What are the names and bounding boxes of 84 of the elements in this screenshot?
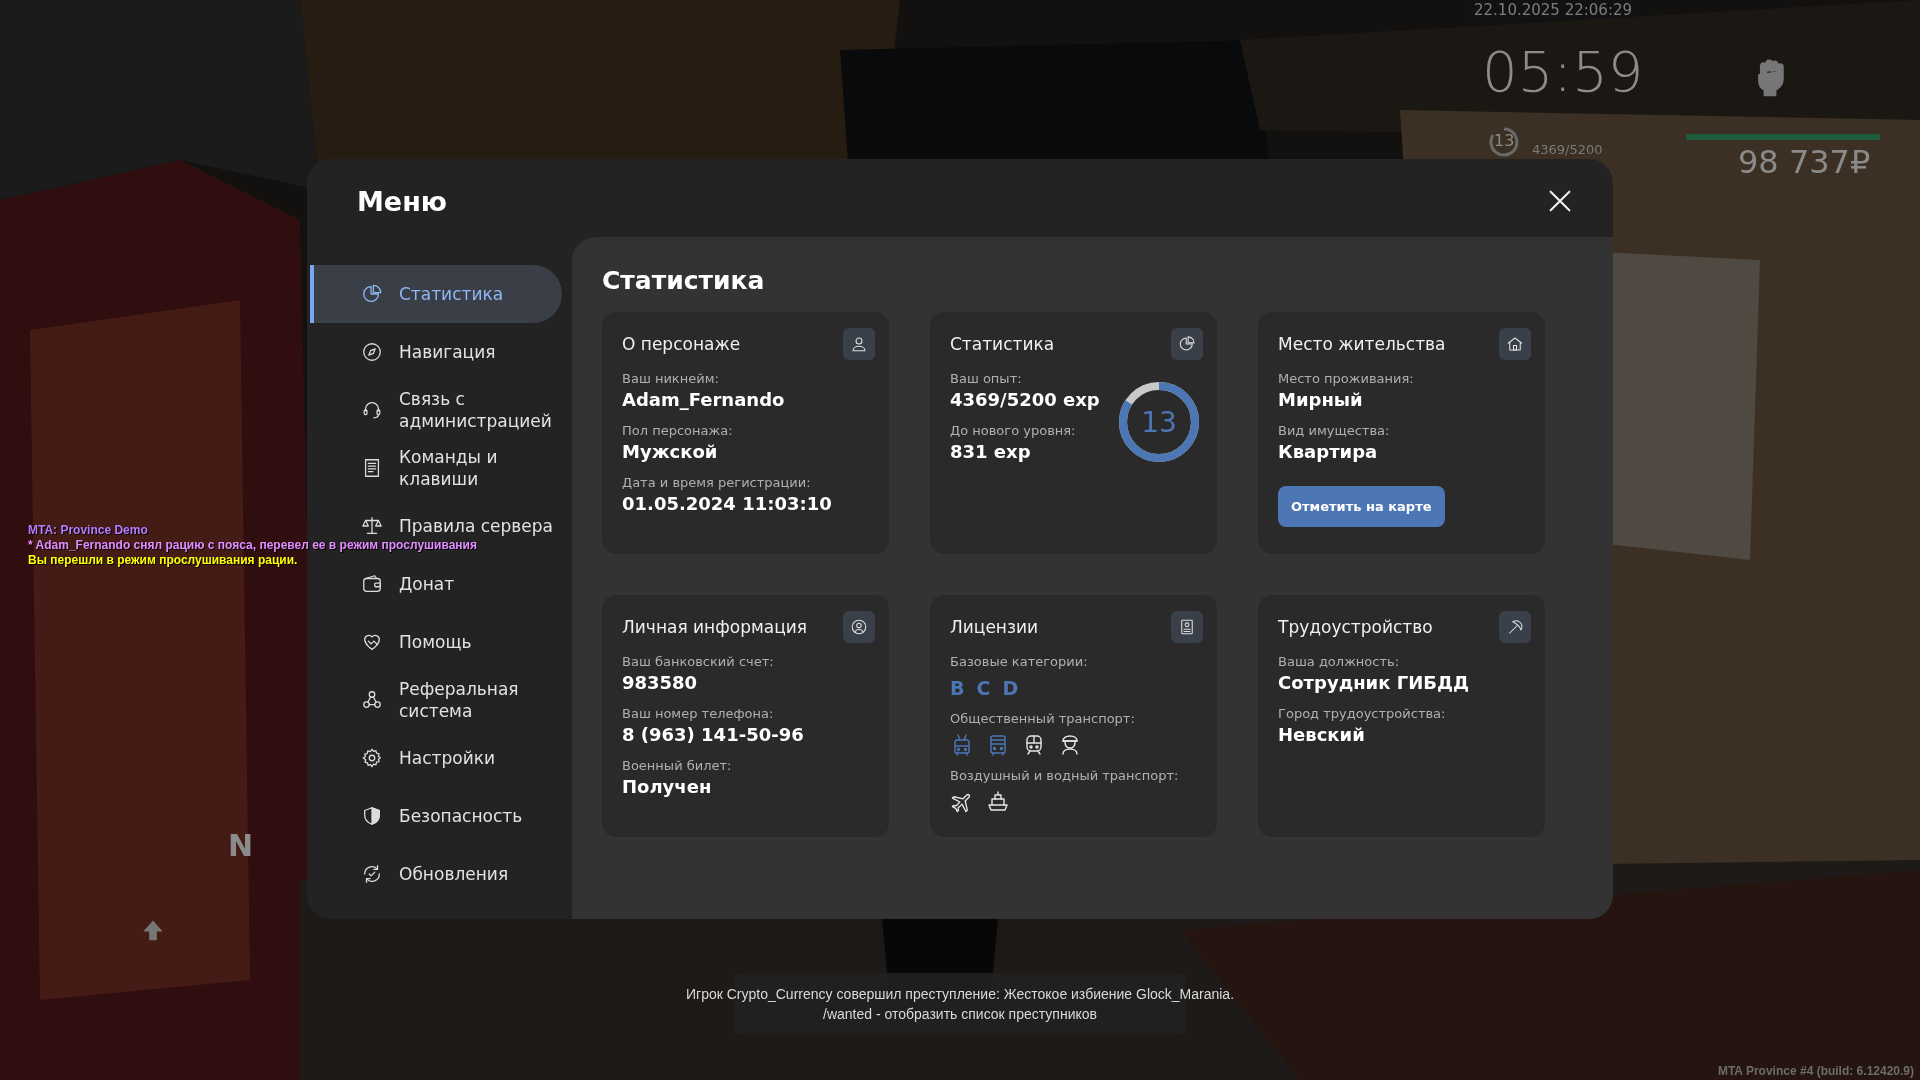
experience-text: 4369/5200 [1532,142,1603,157]
person-icon [850,335,868,353]
field-label: Ваш банковский счет: [622,653,774,671]
money-text: 98 737₽ [1738,146,1871,178]
field-label: Пол персонажа: [622,422,733,440]
card-title: Место жительства [1278,334,1446,354]
license-category: D [1002,676,1019,700]
sidebar-item[interactable]: Реферальная система [361,678,562,722]
card-title: О персонаже [622,334,741,354]
pie-chart-icon [1178,335,1196,353]
field-label: Воздушный и водный транспорт: [950,767,1179,785]
sidebar-item[interactable]: Связь с администрацией [361,388,562,432]
field-label: Общественный транспорт: [950,710,1135,728]
field-label: Место проживания: [1278,370,1414,388]
level-text: 13 [1494,133,1515,149]
card-icon-button[interactable] [843,328,875,360]
field-value: Сотрудник ГИБДД [1278,671,1469,695]
field-label: Базовые категории: [950,653,1088,671]
sidebar-item[interactable]: Безопасность [361,805,523,827]
field-label: Военный билет: [622,757,732,775]
sidebar-item[interactable]: Настройки [361,747,495,769]
field-label: Ваш номер телефона: [622,705,774,723]
field-value: Квартира [1278,440,1378,464]
field-label: Ваш никнейм: [622,370,719,388]
card-title: Лицензии [950,617,1039,637]
license-category: B [950,676,965,700]
notification-text: Игрок Crypto_Currency совершил преступление: Жестокое избиение Glock_Marania. [686,985,1235,1003]
sidebar-item[interactable]: Обновления [361,863,509,885]
chat-message: Вы перешли в режим прослушивания рации. [28,553,298,568]
card-icon-button[interactable] [1171,328,1203,360]
section-title: Статистика [602,265,765,297]
menu-title: Меню [357,185,448,217]
wallet-icon [361,573,383,595]
card-icon-button[interactable] [1171,611,1203,643]
field-label: До нового уровня: [950,422,1076,440]
map-button[interactable]: Отметить на карте [1278,486,1445,527]
card-icon-button[interactable] [1499,611,1531,643]
scales-icon [361,515,383,537]
pickaxe-icon [1506,618,1524,636]
field-label: Город трудоустройства: [1278,705,1446,723]
field-label: Ваш опыт: [950,370,1022,388]
refresh-icon [361,863,383,885]
compass-text: N [228,828,254,863]
field-value: 831 exp [950,440,1031,464]
chat-message: MTA: Province Demo [28,523,148,538]
field-value: Мирный [1278,388,1363,412]
card-icon-button[interactable] [843,611,875,643]
card-title: Трудоустройство [1278,617,1433,637]
id-card-icon [1178,618,1196,636]
headset-icon [361,399,383,421]
field-label: Ваша должность: [1278,653,1400,671]
user-circle-icon [850,618,868,636]
field-value: Невский [1278,723,1365,747]
shield-icon [361,805,383,827]
field-value: Adam_Fernando [622,388,785,412]
compass-icon [361,341,383,363]
sidebar-item[interactable]: Навигация [361,341,496,363]
level-number: 13 [1141,405,1177,439]
house-icon [1506,335,1524,353]
field-value: Получен [622,775,712,799]
field-value: 01.05.2024 11:03:10 [622,492,832,516]
field-value: 8 (963) 141-50-96 [622,723,804,747]
notification-text: /wanted - отобразить список преступников [823,1005,1097,1023]
chat-message: * Adam_Fernando снял рацию с пояса, перевел ее в режим прослушивания [28,538,477,553]
field-label: Дата и время регистрации: [622,474,811,492]
nodes-icon [361,689,383,711]
card-title: Статистика [950,334,1055,354]
card-icon-button[interactable] [1499,328,1531,360]
sidebar-item[interactable]: Команды и клавиши [361,446,562,490]
card-title: Личная информация [622,617,808,637]
settings-icon [361,747,383,769]
field-value: 4369/5200 exp [950,388,1100,412]
license-category: C [976,676,991,700]
field-label: Вид имущества: [1278,422,1390,440]
sidebar-item[interactable]: Правила сервера [361,515,554,537]
field-value: Мужской [622,440,718,464]
build-text: MTA Province #4 (build: 6.12420.9) [1717,1064,1914,1078]
sidebar-item[interactable]: Донат [361,573,455,595]
pie-chart-icon [361,283,383,305]
field-value: 983580 [622,671,698,695]
sidebar-item[interactable]: Статистика [310,265,562,323]
sidebar-item[interactable]: Помощь [361,631,472,653]
level-ring-icon [1488,126,1520,158]
clock-text: 05:59 [1482,44,1644,100]
